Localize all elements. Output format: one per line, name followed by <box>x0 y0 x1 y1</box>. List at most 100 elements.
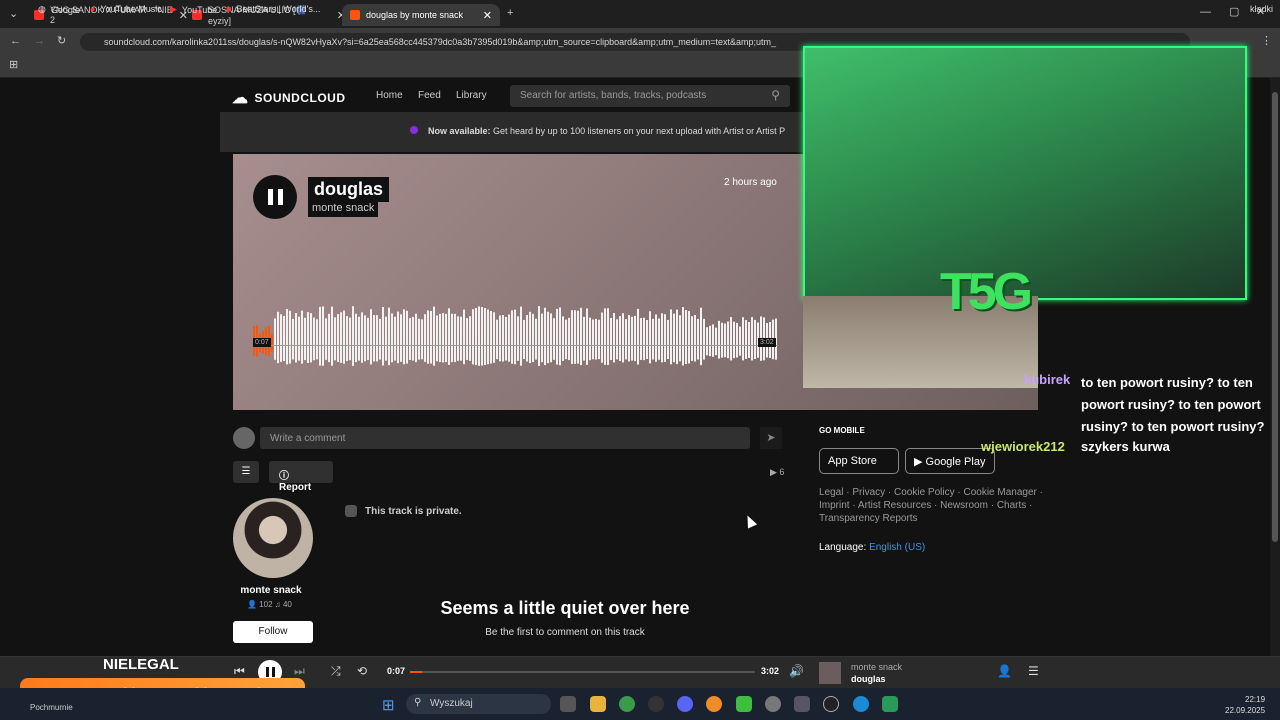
nav-feed[interactable]: Feed <box>418 90 441 101</box>
minimize-icon[interactable]: — <box>1200 7 1211 18</box>
waveform-bar <box>511 310 513 364</box>
shuffle-icon[interactable]: ⤮ <box>331 664 341 679</box>
soundcloud-logo[interactable]: ☁ SOUNDCLOUD <box>232 88 346 108</box>
new-tab-icon[interactable]: + <box>507 8 513 19</box>
waveform-baseline <box>253 345 778 346</box>
bookmark-youtube[interactable]: ▶ YouTube <box>170 4 217 15</box>
artist-avatar[interactable] <box>233 498 313 578</box>
cloud-icon: ☁ <box>232 90 249 107</box>
waveform-bar <box>691 316 693 361</box>
waveform-bar <box>277 311 279 364</box>
waveform-bar <box>475 307 477 366</box>
nav-home[interactable]: Home <box>376 90 403 101</box>
app-icon[interactable] <box>706 696 722 712</box>
add-to-queue-button[interactable]: ☰ <box>233 461 259 483</box>
chat-username: kubirek <box>1024 372 1071 387</box>
waveform-bar <box>640 318 642 360</box>
file-explorer-icon[interactable] <box>590 696 606 712</box>
bookmark-overflow[interactable]: kładki <box>1250 4 1273 14</box>
waveform-bar <box>454 313 456 363</box>
waveform-bar <box>673 313 675 363</box>
waveform-bar <box>727 321 729 359</box>
waveform-bar <box>574 310 576 364</box>
pause-icon <box>271 667 275 677</box>
previous-icon[interactable]: ⏮ <box>234 664 245 679</box>
waveform-bar <box>718 320 720 359</box>
waveform-bar <box>508 314 510 362</box>
volume-icon[interactable]: 🔊 <box>789 664 804 678</box>
footer-links[interactable]: Legal · Privacy · Cookie Policy · Cookie… <box>819 486 1049 525</box>
waveform-bar <box>415 313 417 363</box>
send-comment-button[interactable]: ➤ <box>760 427 782 449</box>
task-view-icon[interactable] <box>560 696 576 712</box>
player-title[interactable]: douglas <box>851 674 886 684</box>
next-up-icon[interactable]: ☰ <box>1028 664 1039 678</box>
maximize-icon[interactable]: ▢ <box>1229 7 1239 18</box>
taskbar-search[interactable]: ⚲ Wyszukaj <box>406 694 551 714</box>
waveform-bar <box>598 319 600 360</box>
nav-library[interactable]: Library <box>456 90 487 101</box>
menu-icon[interactable]: ⋮ <box>1261 36 1272 47</box>
waveform-bar <box>652 318 654 360</box>
track-artist[interactable]: monte snack <box>308 199 379 217</box>
bookmark-label: YouTube Music <box>100 4 162 14</box>
waveform-bar <box>346 316 348 361</box>
player-progress[interactable] <box>410 671 755 673</box>
clock[interactable]: 22:19 22.09.2025 <box>1225 694 1265 716</box>
github-icon[interactable] <box>648 696 664 712</box>
search-icon[interactable]: ⚲ <box>771 88 780 102</box>
settings-icon[interactable] <box>794 696 810 712</box>
app-store-button[interactable]: App Store <box>819 448 899 474</box>
language-selector[interactable]: Language: English (US) <box>819 542 925 553</box>
bookmark-label: Google <box>50 4 80 15</box>
taskbar-search-label: Wyszukaj <box>430 698 473 709</box>
player-progress-fill <box>410 671 423 673</box>
waveform-bar <box>310 313 312 363</box>
player-current-time: 0:07 <box>387 666 406 676</box>
waveform-bar <box>289 310 291 364</box>
next-icon[interactable]: ⏭ <box>294 664 305 679</box>
chrome-icon[interactable] <box>619 696 635 712</box>
waveform-bar <box>667 319 669 360</box>
scrollbar-thumb[interactable] <box>1272 92 1278 542</box>
waveform-bar <box>298 316 300 361</box>
app-icon[interactable] <box>882 696 898 712</box>
bookmark-google[interactable]: ◍ Google <box>38 4 80 15</box>
go-mobile-heading: GO MOBILE <box>819 426 865 435</box>
waveform-bar <box>601 312 603 363</box>
discord-icon[interactable] <box>677 696 693 712</box>
apps-icon[interactable]: ⊞ <box>9 60 18 71</box>
waveform-bar <box>715 327 717 356</box>
media-player-icon[interactable] <box>823 696 839 712</box>
repeat-icon[interactable]: ⟲ <box>357 664 367 678</box>
waveform-bar <box>556 308 558 365</box>
pause-button[interactable] <box>253 175 297 219</box>
close-icon[interactable]: ✕ <box>483 9 492 22</box>
player-artwork[interactable] <box>819 662 841 684</box>
tab-list-icon[interactable]: ⌄ <box>9 9 18 20</box>
report-button[interactable]: ⓘ Report <box>269 461 333 493</box>
waveform-bar <box>409 318 411 360</box>
forward-icon[interactable]: → <box>34 36 45 47</box>
edge-icon[interactable] <box>853 696 869 712</box>
waveform-bar <box>421 319 423 360</box>
pause-icon <box>277 189 283 205</box>
player-artist[interactable]: monte snack <box>851 662 902 672</box>
app-icon[interactable] <box>736 696 752 712</box>
reload-icon[interactable]: ↻ <box>57 36 66 47</box>
app-icon[interactable] <box>765 696 781 712</box>
tab-3[interactable]: douglas by monte snack ✕ <box>342 4 500 26</box>
search-input[interactable]: Search for artists, bands, tracks, podca… <box>510 85 790 107</box>
follow-artist-icon[interactable]: 👤 <box>997 664 1012 678</box>
artist-name[interactable]: monte snack <box>233 585 309 596</box>
follow-button[interactable]: Follow <box>233 621 313 643</box>
start-icon[interactable]: ⊞ <box>382 696 395 714</box>
language-value[interactable]: English (US) <box>869 542 925 553</box>
back-icon[interactable]: ← <box>10 36 21 47</box>
comment-input[interactable]: Write a comment <box>260 427 750 449</box>
clock-time: 22:19 <box>1245 695 1266 704</box>
bookmark-beatstars[interactable]: ■ BeatStars | World's... <box>226 4 320 14</box>
bookmark-youtube-music[interactable]: ● YouTube Music <box>90 4 162 14</box>
waveform-bar <box>565 319 567 360</box>
waveform[interactable] <box>253 300 778 370</box>
